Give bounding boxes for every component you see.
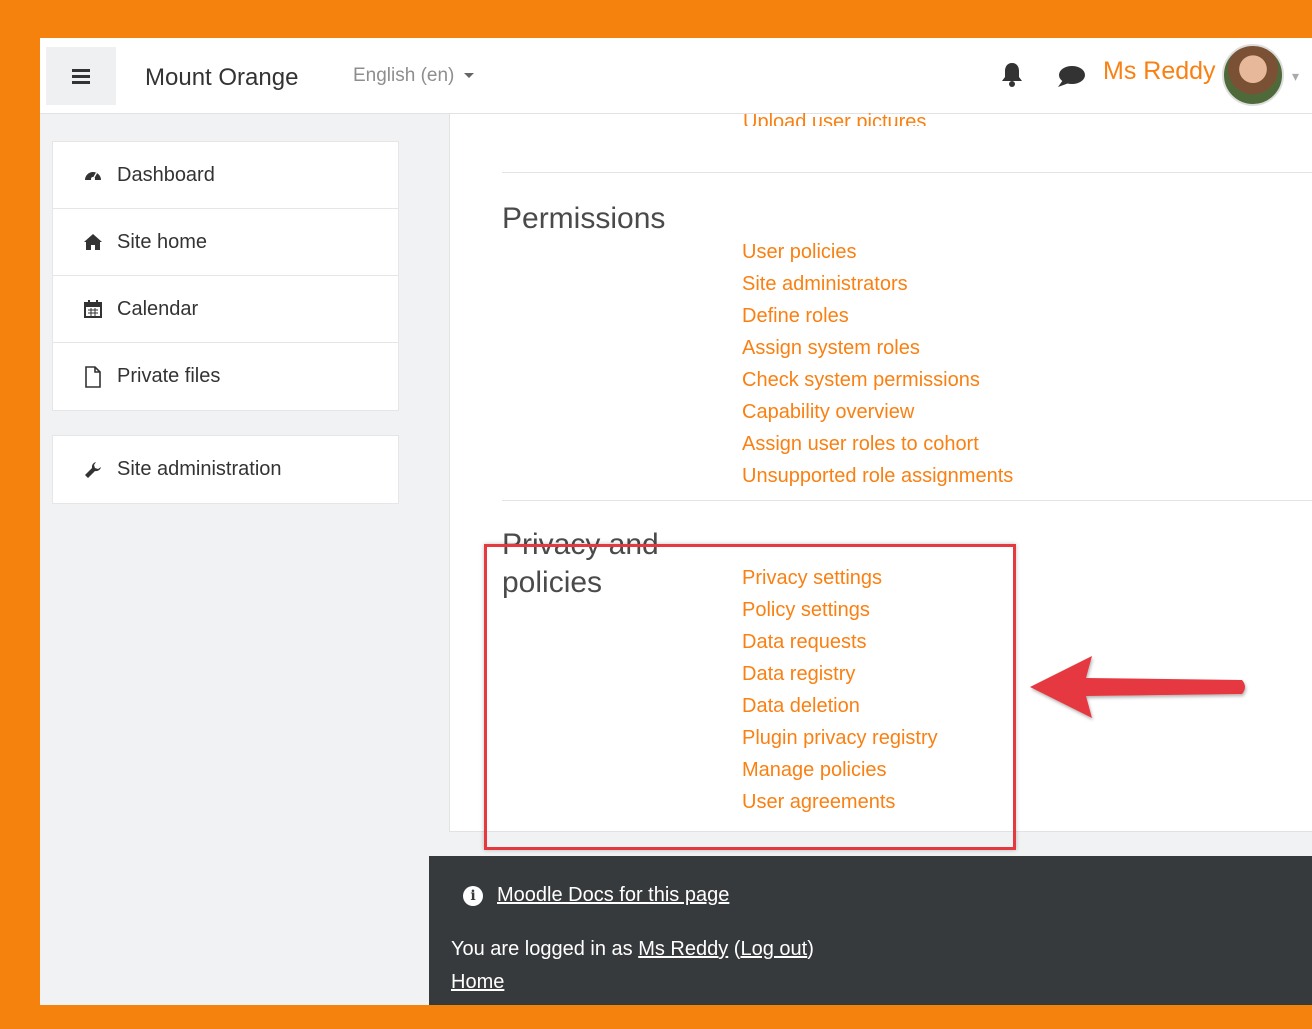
sidebar-item-label: Private files bbox=[117, 365, 221, 387]
logged-in-prefix: You are logged in as bbox=[451, 938, 639, 960]
logged-in-info: You are logged in as Ms Reddy (Log out) bbox=[451, 938, 814, 961]
user-menu-caret-icon[interactable]: ▾ bbox=[1292, 68, 1312, 84]
sidebar-item-site-administration[interactable]: Site administration bbox=[53, 436, 398, 503]
page-footer: i Moodle Docs for this page You are logg… bbox=[429, 856, 1312, 1005]
dashboard-icon bbox=[81, 164, 105, 186]
sidebar-item-site-home[interactable]: Site home bbox=[53, 209, 398, 276]
sidebar-item-label: Site administration bbox=[117, 458, 282, 480]
capability-overview-link[interactable]: Capability overview bbox=[742, 396, 1013, 428]
arrow-left-icon bbox=[1030, 656, 1245, 718]
site-administrators-link[interactable]: Site administrators bbox=[742, 268, 1013, 300]
language-selector[interactable]: English (en) bbox=[353, 65, 475, 87]
chat-icon[interactable] bbox=[1054, 62, 1088, 90]
sidebar-item-private-files[interactable]: Private files bbox=[53, 343, 398, 410]
calendar-icon bbox=[81, 298, 105, 320]
home-link[interactable]: Home bbox=[451, 971, 504, 993]
file-icon bbox=[81, 365, 105, 388]
sidebar-item-label: Calendar bbox=[117, 297, 199, 320]
sidebar-admin-block: Site administration bbox=[52, 435, 399, 504]
logout-link[interactable]: Log out bbox=[740, 938, 807, 960]
sidebar-item-dashboard[interactable]: Dashboard bbox=[53, 142, 398, 209]
caret-down-icon bbox=[464, 73, 475, 79]
user-avatar[interactable] bbox=[1222, 44, 1284, 106]
check-system-permissions-link[interactable]: Check system permissions bbox=[742, 364, 1013, 396]
home-icon bbox=[81, 231, 105, 253]
user-policies-link[interactable]: User policies bbox=[742, 236, 1013, 268]
site-name-link[interactable]: Mount Orange bbox=[145, 64, 298, 92]
home-line: Home bbox=[451, 971, 504, 994]
docs-line: i Moodle Docs for this page bbox=[463, 884, 729, 907]
profile-link[interactable]: Ms Reddy bbox=[638, 938, 728, 960]
sidebar-nav: Dashboard Site home Calendar Private fil… bbox=[52, 141, 399, 411]
bell-icon[interactable] bbox=[998, 60, 1026, 88]
assign-user-roles-to-cohort-link[interactable]: Assign user roles to cohort bbox=[742, 428, 1013, 460]
sidebar-item-calendar[interactable]: Calendar bbox=[53, 276, 398, 343]
define-roles-link[interactable]: Define roles bbox=[742, 300, 1013, 332]
permissions-links: User policies Site administrators Define… bbox=[742, 236, 1013, 492]
hamburger-menu-button[interactable] bbox=[46, 47, 116, 105]
logout-paren-close: ) bbox=[807, 938, 814, 960]
wrench-icon bbox=[81, 459, 105, 481]
hamburger-icon bbox=[72, 66, 90, 87]
upload-user-pictures-link[interactable]: Upload user pictures bbox=[743, 106, 926, 126]
sidebar-item-label: Site home bbox=[117, 230, 208, 253]
assign-system-roles-link[interactable]: Assign system roles bbox=[742, 332, 1013, 364]
permissions-heading: Permissions bbox=[502, 202, 666, 235]
highlight-box bbox=[484, 544, 1016, 850]
unsupported-role-assignments-link[interactable]: Unsupported role assignments bbox=[742, 460, 1013, 492]
info-icon: i bbox=[463, 885, 483, 906]
sidebar-item-label: Dashboard bbox=[117, 163, 215, 186]
divider bbox=[502, 500, 1312, 501]
top-navbar: Mount Orange English (en) Ms Reddy ▾ bbox=[40, 38, 1312, 114]
browser-frame: Mount Orange English (en) Ms Reddy ▾ Das… bbox=[40, 38, 1312, 1005]
moodle-docs-link[interactable]: Moodle Docs for this page bbox=[497, 884, 729, 907]
language-label: English (en) bbox=[353, 65, 455, 86]
user-menu-name[interactable]: Ms Reddy bbox=[1103, 57, 1216, 86]
divider bbox=[502, 172, 1312, 173]
